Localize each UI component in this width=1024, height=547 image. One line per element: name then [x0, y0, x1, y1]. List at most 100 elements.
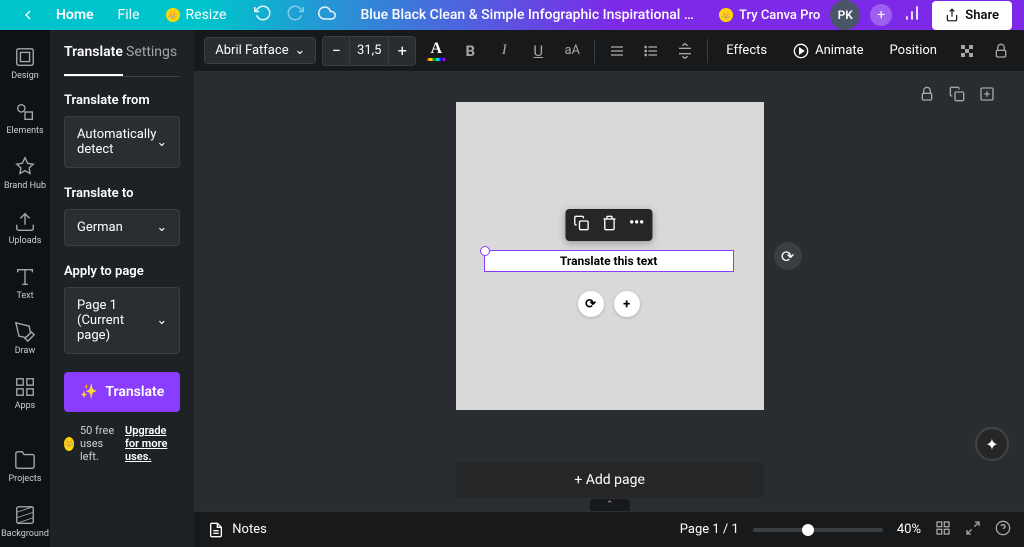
delete-icon[interactable] — [601, 215, 617, 235]
align-button[interactable] — [603, 37, 631, 65]
text-color-button[interactable]: A — [422, 37, 450, 65]
add-icon[interactable]: + — [614, 291, 640, 317]
below-controls: ⟳ + — [578, 291, 640, 317]
insights-icon[interactable] — [902, 3, 922, 27]
color-bar — [427, 58, 445, 61]
lock-button[interactable] — [987, 37, 1015, 65]
document-title[interactable]: Blue Black Clean & Simple Infographic In… — [340, 7, 715, 23]
translate-to-label: Translate to — [64, 186, 180, 201]
nav-design[interactable]: Design — [0, 38, 50, 89]
sync-icon[interactable]: ⟳ — [578, 291, 604, 317]
share-button[interactable]: Share — [932, 1, 1012, 30]
nav-apps[interactable]: Apps — [0, 368, 50, 419]
home-button[interactable]: Home — [46, 1, 104, 29]
apply-to-dropdown[interactable]: Page 1 (Current page)⌄ — [64, 287, 180, 354]
zoom-value[interactable]: 40% — [897, 522, 921, 537]
text-toolbar: Abril Fatface⌄ − + A B I U aA Effects An… — [194, 30, 1024, 72]
bold-button[interactable]: B — [456, 37, 484, 65]
regenerate-button[interactable]: ⟳ — [774, 242, 802, 270]
spacing-button[interactable] — [671, 37, 699, 65]
italic-button[interactable]: I — [490, 37, 518, 65]
translate-from-label: Translate from — [64, 93, 180, 108]
nav-text[interactable]: Text — [0, 258, 50, 309]
try-pro-label: Try Canva Pro — [739, 8, 820, 23]
nav-draw[interactable]: Draw — [0, 313, 50, 364]
apply-to-label: Apply to page — [64, 264, 180, 279]
nav-uploads[interactable]: Uploads — [0, 203, 50, 254]
tab-translate[interactable]: Translate — [64, 30, 123, 76]
crown-icon: 👑 — [719, 8, 733, 22]
translate-from-dropdown[interactable]: Automatically detect⌄ — [64, 116, 180, 168]
redo-icon[interactable] — [286, 4, 304, 26]
page-controls — [919, 86, 995, 106]
decrease-size-button[interactable]: − — [323, 37, 349, 65]
page-indicator[interactable]: Page 1 / 1 — [680, 522, 739, 537]
text-element[interactable]: Translate this text ••• ⟳ + — [484, 250, 734, 272]
avatar[interactable]: PK — [830, 0, 860, 30]
toolbar-right — [953, 37, 1015, 65]
font-size-group: − + — [322, 36, 416, 66]
try-pro-button[interactable]: 👑 Try Canva Pro — [719, 8, 820, 23]
floating-toolbar: ••• — [565, 209, 652, 241]
crown-icon: 👑 — [166, 8, 180, 22]
effects-button[interactable]: Effects — [716, 37, 777, 64]
notes-button[interactable]: Notes — [208, 522, 267, 538]
top-right-group: 👑 Try Canva Pro PK + Share — [719, 0, 1012, 30]
share-label: Share — [965, 8, 999, 23]
fullscreen-icon[interactable] — [965, 520, 981, 540]
translate-to-dropdown[interactable]: German⌄ — [64, 209, 180, 246]
list-button[interactable] — [637, 37, 665, 65]
chevron-down-icon: ⌄ — [156, 220, 167, 235]
magic-button[interactable]: ✦ — [975, 427, 1009, 461]
duplicate-page-icon[interactable] — [949, 86, 965, 106]
add-page-button[interactable]: + Add page — [456, 462, 764, 498]
nav-rail: Design Elements Brand Hub Uploads Text D… — [0, 30, 50, 547]
canvas-page[interactable]: Translate this text ••• ⟳ + ⟳ — [456, 102, 764, 410]
font-select[interactable]: Abril Fatface⌄ — [204, 37, 316, 64]
text-content: Translate this text — [560, 254, 657, 268]
undo-icon[interactable] — [254, 4, 272, 26]
nav-elements[interactable]: Elements — [0, 93, 50, 144]
lock-page-icon[interactable] — [919, 86, 935, 106]
main-area: Design Elements Brand Hub Uploads Text D… — [0, 30, 1024, 547]
resize-handle[interactable] — [480, 246, 490, 256]
grid-view-icon[interactable] — [935, 520, 951, 540]
zoom-thumb[interactable] — [802, 524, 814, 536]
canvas-area: Abril Fatface⌄ − + A B I U aA Effects An… — [194, 30, 1024, 547]
nav-projects[interactable]: Projects — [0, 441, 50, 492]
crown-icon: 👑 — [64, 437, 74, 451]
more-icon[interactable]: ••• — [629, 215, 644, 235]
back-button[interactable] — [12, 1, 44, 29]
position-button[interactable]: Position — [880, 37, 947, 64]
nav-brand-hub[interactable]: Brand Hub — [0, 148, 50, 199]
help-icon[interactable] — [995, 520, 1011, 540]
sparkle-icon: ✨ — [80, 384, 97, 400]
text-case-button[interactable]: aA — [558, 37, 586, 65]
chevron-down-icon: ⌄ — [294, 43, 305, 58]
file-menu[interactable]: File — [106, 1, 152, 29]
increase-size-button[interactable]: + — [389, 37, 415, 65]
top-left-group: Home File 👑 Resize — [12, 1, 336, 29]
resize-button[interactable]: 👑 Resize — [154, 1, 239, 29]
transparency-button[interactable] — [953, 37, 981, 65]
resize-label: Resize — [186, 7, 227, 23]
add-member-button[interactable]: + — [870, 4, 892, 26]
zoom-slider[interactable] — [753, 528, 883, 532]
underline-button[interactable]: U — [524, 37, 552, 65]
font-size-input[interactable] — [349, 37, 389, 65]
cloud-sync-icon[interactable] — [318, 4, 336, 26]
top-bar: Home File 👑 Resize Blue Black Clean & Sim… — [0, 0, 1024, 30]
tab-settings[interactable]: Settings — [123, 30, 180, 76]
page-expand-handle[interactable]: ⌃ — [590, 499, 630, 511]
upgrade-link[interactable]: Upgrade for more uses. — [125, 424, 180, 463]
new-page-icon[interactable] — [979, 86, 995, 106]
panel-tabs: Translate Settings — [64, 30, 180, 77]
bottom-bar: Notes Page 1 / 1 40% — [194, 511, 1024, 547]
uses-left-text: 👑50 free uses left. Upgrade for more use… — [64, 424, 180, 463]
chevron-down-icon: ⌄ — [156, 135, 167, 150]
canvas-viewport[interactable]: Translate this text ••• ⟳ + ⟳ + Add page… — [194, 72, 1024, 511]
duplicate-icon[interactable] — [573, 215, 589, 235]
nav-background[interactable]: Background — [0, 496, 50, 547]
translate-button[interactable]: ✨Translate — [64, 372, 180, 412]
animate-button[interactable]: Animate — [783, 37, 873, 65]
